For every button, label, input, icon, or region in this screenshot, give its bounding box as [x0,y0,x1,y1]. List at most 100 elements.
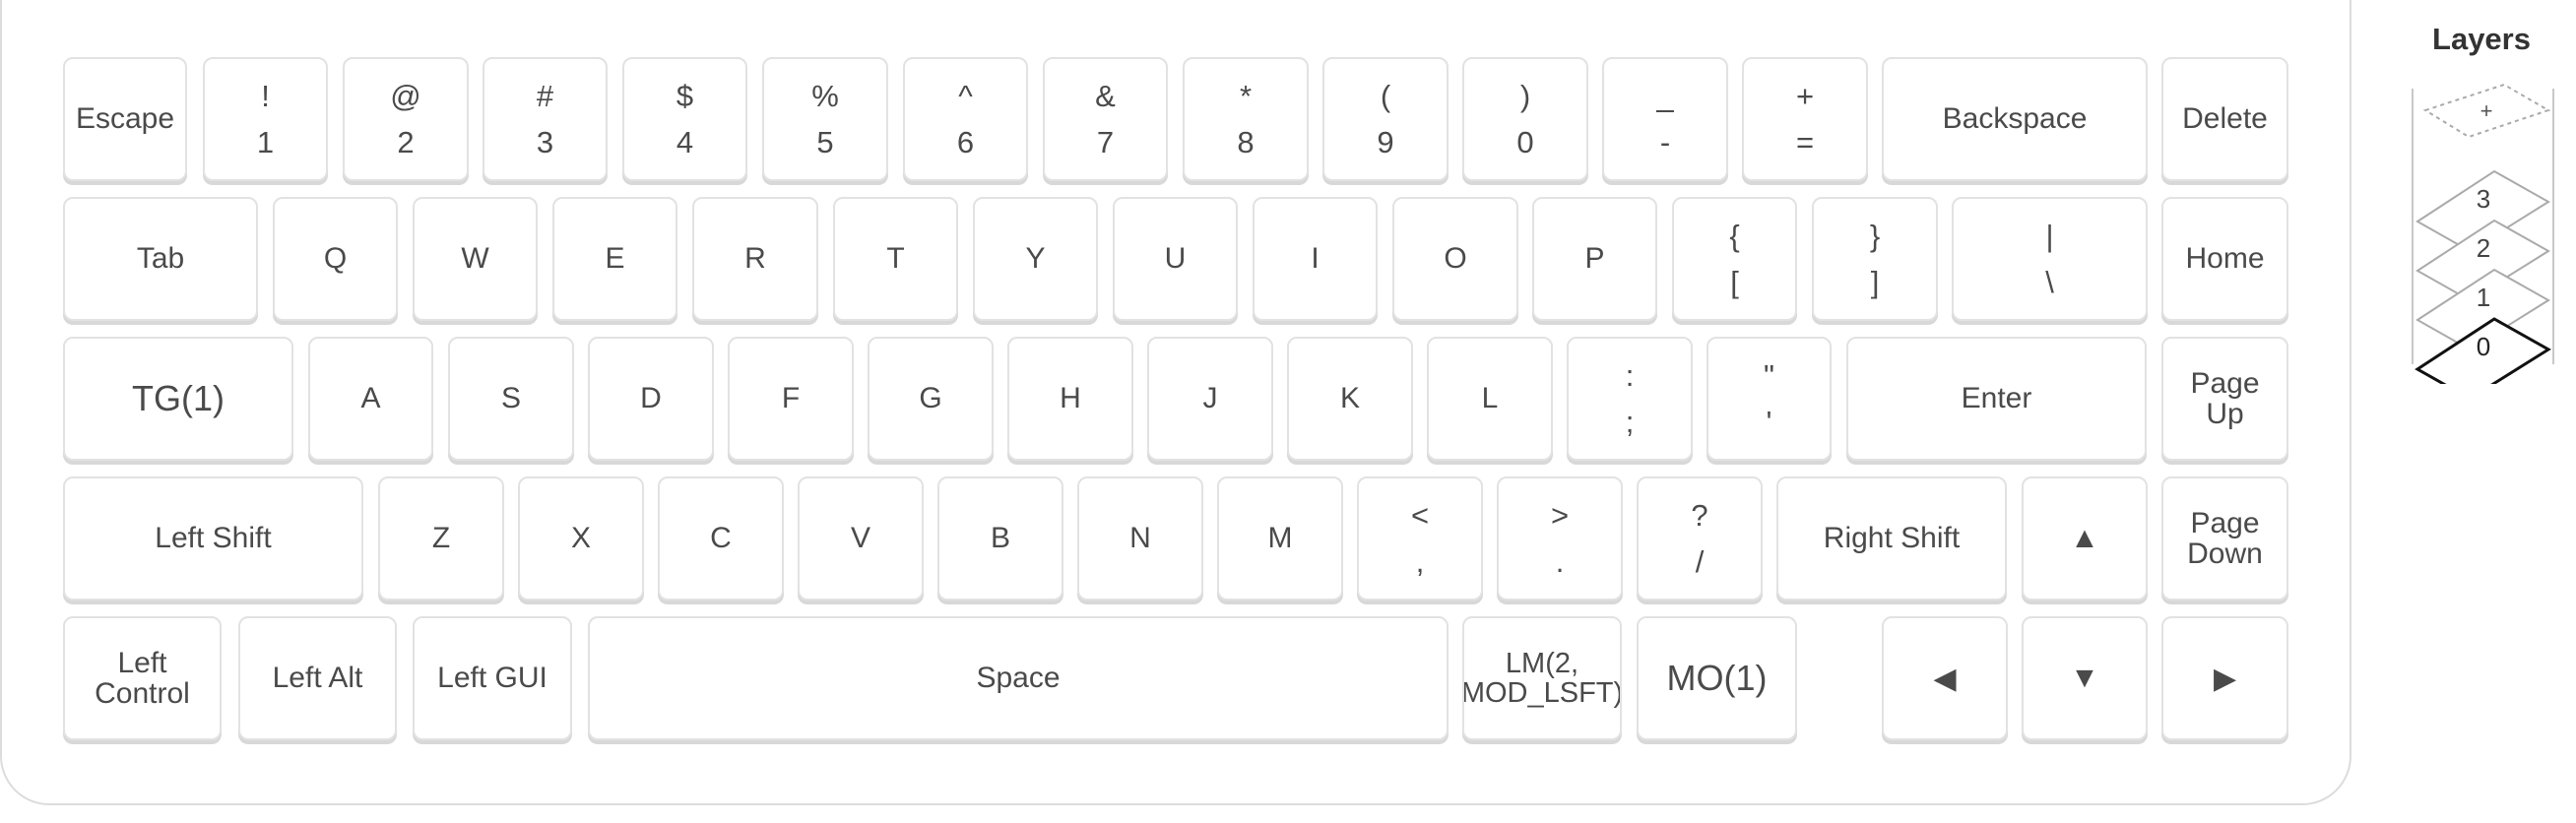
key-down-arrow[interactable]: ▼ [2022,616,2148,740]
key-rbracket[interactable]: }] [1812,197,1938,321]
key-2-shift-label: @ [390,79,421,113]
key-e[interactable]: E [552,197,677,321]
layer-0-label: 0 [2477,332,2490,361]
key-a-label: A [360,382,381,415]
key-y[interactable]: Y [973,197,1098,321]
key-c[interactable]: C [658,476,784,601]
key-z[interactable]: Z [378,476,504,601]
key-a[interactable]: A [308,337,433,461]
add-layer-button[interactable]: + [2422,83,2551,139]
key-4[interactable]: $4 [622,57,747,181]
key-t[interactable]: T [833,197,958,321]
key-space-label: Space [976,662,1061,695]
key-comma[interactable]: <, [1357,476,1483,601]
key-slash-shift-label: ? [1691,498,1708,533]
key-l[interactable]: L [1427,337,1553,461]
key-right-arrow[interactable]: ▶ [2161,616,2288,740]
key-page-up[interactable]: Page Up [2161,337,2288,461]
key-equal-shift-label: + [1795,79,1815,113]
key-left-control[interactable]: Left Control [63,616,222,740]
key-w[interactable]: W [413,197,538,321]
key-mo1[interactable]: MO(1) [1637,616,1797,740]
key-0-shift-label: ) [1519,79,1531,113]
key-1[interactable]: ! 1 [203,57,328,181]
key-lm2-label: LM(2, MOD_LSFT) [1462,647,1622,709]
key-rbracket-shift-label: } [1869,219,1881,253]
key-equal[interactable]: + = [1742,57,1868,181]
key-b[interactable]: B [937,476,1063,601]
key-k[interactable]: K [1287,337,1413,461]
key-3[interactable]: #3 [483,57,608,181]
key-2[interactable]: @2 [343,57,469,181]
key-m[interactable]: M [1217,476,1343,601]
key-quote-base-label: ' [1766,405,1772,439]
key-comma-base-label: , [1415,544,1425,579]
layers-title: Layers [2432,22,2531,56]
key-minus-shift-label: _ [1656,79,1674,113]
key-0[interactable]: ) 0 [1462,57,1588,181]
key-semicolon[interactable]: :; [1567,337,1693,461]
key-left-gui[interactable]: Left GUI [413,616,572,740]
key-j[interactable]: J [1147,337,1273,461]
key-v-label: V [850,522,870,555]
key-v[interactable]: V [798,476,924,601]
key-6-base-label: 6 [956,125,975,159]
key-5[interactable]: % 5 [762,57,888,181]
key-g-label: G [919,382,942,415]
key-delete[interactable]: Delete [2161,57,2288,181]
key-4-base-label: 4 [676,125,694,159]
key-page-up-label: Page Up [2190,366,2260,430]
key-i-label: I [1311,242,1320,276]
key-lbracket[interactable]: {[ [1672,197,1797,321]
key-i[interactable]: I [1253,197,1378,321]
key-5-shift-label: % [811,79,839,113]
key-8[interactable]: * 8 [1183,57,1309,181]
key-tg1[interactable]: TG(1) [63,337,293,461]
key-left-shift[interactable]: Left Shift [63,476,363,601]
key-enter[interactable]: Enter [1846,337,2147,461]
key-lm2[interactable]: LM(2, MOD_LSFT) [1462,616,1622,740]
key-o[interactable]: O [1392,197,1518,321]
key-n[interactable]: N [1077,476,1203,601]
key-u[interactable]: U [1113,197,1238,321]
key-page-down[interactable]: Page Down [2161,476,2288,601]
key-g[interactable]: G [868,337,994,461]
key-minus[interactable]: _ - [1602,57,1728,181]
key-lbracket-shift-label: { [1729,219,1740,253]
add-layer-label: + [2480,98,2493,123]
key-f[interactable]: F [728,337,854,461]
key-2-base-label: 2 [397,125,415,159]
key-w-label: W [461,242,489,276]
key-escape[interactable]: Escape [63,57,187,181]
key-quote[interactable]: " ' [1707,337,1832,461]
key-m-label: M [1267,522,1293,555]
key-right-shift[interactable]: Right Shift [1776,476,2007,601]
key-left-alt[interactable]: Left Alt [238,616,397,740]
key-d[interactable]: D [588,337,714,461]
key-enter-label: Enter [1961,382,2032,415]
key-9[interactable]: (9 [1322,57,1449,181]
key-up-arrow[interactable]: ▲ [2022,476,2148,601]
key-semicolon-base-label: ; [1625,405,1635,439]
key-7[interactable]: & 7 [1043,57,1168,181]
key-h[interactable]: H [1007,337,1133,461]
key-backspace[interactable]: Backspace [1882,57,2148,181]
key-left-arrow[interactable]: ◀ [1882,616,2008,740]
key-tg1-label: TG(1) [132,378,225,419]
key-6[interactable]: ^ 6 [903,57,1028,181]
key-r[interactable]: R [692,197,818,321]
key-tab[interactable]: Tab [63,197,258,321]
key-backslash[interactable]: | \ [1952,197,2148,321]
key-q[interactable]: Q [273,197,398,321]
key-p[interactable]: P [1532,197,1657,321]
key-slash[interactable]: ? / [1637,476,1763,601]
key-l-label: L [1481,382,1499,415]
key-minus-base-label: - [1659,125,1671,159]
key-x[interactable]: X [518,476,644,601]
key-q-label: Q [323,242,348,276]
key-home[interactable]: Home [2161,197,2288,321]
key-s[interactable]: S [448,337,574,461]
key-period[interactable]: >. [1497,476,1623,601]
key-1-shift-label: ! [261,79,270,113]
key-space[interactable]: Space [588,616,1449,740]
